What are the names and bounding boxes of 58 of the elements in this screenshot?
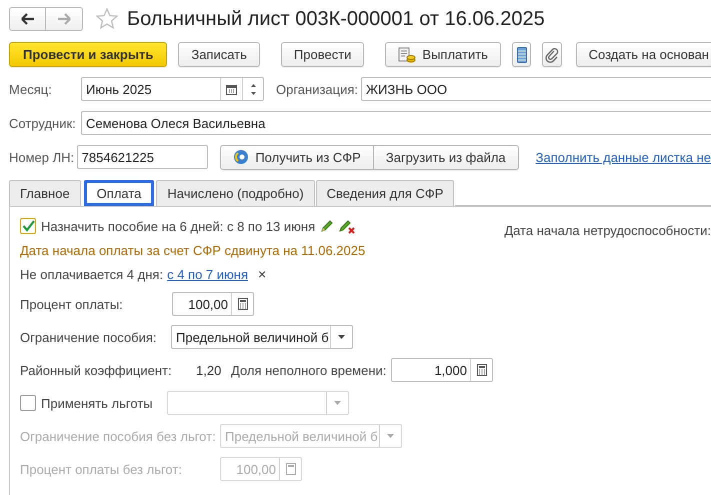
benefit-limit-dropdown[interactable]: Предельной величиной б — [171, 325, 353, 349]
calendar-icon — [226, 84, 237, 94]
load-from-file-button[interactable]: Загрузить из файла — [374, 144, 519, 170]
field-label: Ограничение пособия без льгот: — [20, 428, 217, 444]
apply-benefits-label: Применять льготы — [41, 396, 154, 410]
payment-percent-field[interactable]: 100,00 — [172, 292, 254, 316]
spin-down-icon[interactable] — [250, 92, 256, 94]
field-label: Номер ЛН: — [9, 150, 76, 164]
tab[interactable]: Оплата — [84, 180, 154, 206]
regional-coefficient-value: 1,20 — [196, 362, 222, 378]
back-button[interactable] — [9, 7, 46, 31]
coins-document-icon — [398, 46, 416, 62]
remove-button[interactable]: × — [252, 266, 266, 282]
get-from-sfr-button[interactable]: Получить из СФР — [220, 144, 374, 170]
field-label: Процент оплаты без льгот: — [20, 462, 183, 476]
fill-data-link[interactable]: Заполнить данные листка не — [536, 150, 711, 164]
field-label: Сотрудник: — [9, 116, 77, 130]
payment-shift-notice: Дата начала оплаты за счет СФР сдвинута на 11.06.2025 — [20, 242, 366, 259]
list-icon — [516, 46, 527, 62]
field-label: Организация: — [276, 82, 358, 96]
calculator-icon[interactable] — [238, 298, 248, 310]
toolbar-button[interactable]: Создать на основан — [576, 42, 711, 67]
toolbar-button[interactable]: Провести — [280, 42, 364, 67]
dropdown-icon[interactable] — [338, 335, 345, 339]
calculator-icon[interactable] — [476, 364, 486, 376]
field-label: Процент оплаты: — [20, 296, 124, 312]
pencil-delete-icon[interactable] — [339, 218, 356, 234]
pencil-icon[interactable] — [320, 219, 334, 233]
toolbar-button[interactable]: Записать — [178, 42, 260, 67]
unpaid-period-link[interactable]: с 4 по 7 июня — [167, 266, 248, 282]
tab[interactable]: Начислено (подробно) — [156, 180, 315, 206]
checkbox[interactable] — [20, 395, 36, 411]
unpaid-days-label: Не оплачивается 4 дня: — [20, 266, 164, 282]
right-arrow-icon — [57, 13, 71, 25]
window-title: Больничный лист 003К-000001 от 16.06.2025 — [127, 8, 545, 30]
checkbox[interactable] — [20, 218, 36, 234]
left-arrow-icon — [20, 13, 34, 25]
tab[interactable]: Главное — [9, 180, 81, 206]
sfr-emblem-icon — [233, 149, 250, 165]
pay-button[interactable]: Выплатить — [385, 42, 501, 67]
list-button[interactable] — [512, 42, 532, 67]
attach-button[interactable] — [542, 42, 562, 67]
tab[interactable]: Сведения для СФР — [316, 180, 454, 206]
field-label: Ограничение пособия: — [20, 330, 158, 344]
assign-benefit-label: Назначить пособие на 6 дней: с 8 по 13 июня — [41, 218, 316, 234]
spin-up-icon[interactable] — [250, 84, 256, 86]
star-icon[interactable] — [96, 8, 118, 30]
field-label: Районный коэффициент: — [20, 362, 173, 378]
incapacity-start-label: Дата начала нетрудоспособности: — [504, 222, 711, 238]
sick-leave-number-field[interactable]: 7854621225 — [76, 145, 208, 169]
field-label: Доля неполного времени: — [231, 362, 388, 378]
employee-field[interactable]: Семенова Олеся Васильевна — [81, 111, 711, 135]
part-time-share-field[interactable]: 1,000 — [391, 358, 493, 382]
paperclip-icon — [544, 46, 559, 62]
month-field[interactable]: Июнь 2025 — [81, 77, 264, 101]
post-and-close-button[interactable]: Провести и закрыть — [9, 42, 168, 67]
organization-field[interactable]: ЖИЗНЬ ООО — [361, 77, 711, 101]
field-label: Месяц: — [9, 82, 53, 96]
